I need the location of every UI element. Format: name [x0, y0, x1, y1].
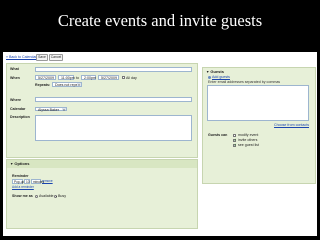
invite-others-checkbox[interactable]: [233, 138, 237, 142]
add-reminder-link[interactable]: Add a reminder: [12, 185, 34, 189]
event-details-panel: What When 5/27/2009 11:00pm to 2:00pm 5/…: [6, 63, 198, 158]
slide-title: Create events and invite guests: [57, 11, 263, 30]
top-toolbar: « Back to Calendar Save Cancel: [3, 52, 317, 61]
to-label: to: [76, 76, 79, 80]
permission-see-guest-list[interactable]: see guest list: [233, 143, 259, 147]
options-panel: ▼Options Reminder Pop-up 10 minutes remo…: [6, 159, 198, 229]
calendar-screenshot: « Back to Calendar Save Cancel What When…: [3, 52, 317, 236]
available-radio[interactable]: [35, 194, 39, 198]
guest-emails-textarea[interactable]: [207, 85, 309, 121]
show-me-as-label: Show me as: [12, 194, 33, 198]
collapse-triangle-icon: ▼: [206, 69, 210, 74]
save-button[interactable]: Save: [36, 53, 48, 61]
when-label: When: [10, 76, 20, 80]
guests-panel: ▼Guests Add guests Enter email addresses…: [202, 67, 316, 184]
all-day-label: All day: [126, 76, 137, 80]
where-label: Where: [10, 98, 21, 102]
person-icon: [208, 75, 211, 79]
remove-reminder-link[interactable]: remove: [42, 179, 53, 183]
calendar-label: Calendar: [10, 107, 26, 111]
back-to-calendar-link[interactable]: « Back to Calendar: [6, 55, 37, 59]
collapse-triangle-icon: ▼: [10, 161, 14, 166]
calendar-select[interactable]: Alyssa Baker: [35, 106, 67, 112]
guests-hint: Enter email addresses separated by comma…: [208, 80, 281, 84]
reminder-label: Reminder: [12, 174, 29, 178]
start-date-input[interactable]: 5/27/2009: [35, 75, 56, 80]
permission-modify-event[interactable]: modify event: [233, 133, 258, 137]
reminder-unit-select[interactable]: minutes: [31, 179, 44, 184]
what-input[interactable]: [35, 66, 192, 72]
guests-can-label: Guests can: [208, 133, 228, 137]
all-day-checkbox[interactable]: [122, 76, 125, 79]
cancel-button[interactable]: Cancel: [49, 53, 63, 61]
repeats-select[interactable]: Does not repeat: [52, 82, 82, 87]
repeats-label: Repeats:: [35, 83, 51, 87]
description-textarea[interactable]: [35, 114, 192, 141]
options-header[interactable]: ▼Options: [10, 161, 29, 166]
add-guests-link[interactable]: Add guests: [208, 75, 230, 79]
options-header-bar: [7, 160, 197, 168]
choose-from-contacts-link[interactable]: Choose from contacts: [274, 123, 309, 127]
end-time-input[interactable]: 2:00pm: [81, 75, 96, 80]
busy-label: Busy: [58, 194, 66, 198]
modify-event-checkbox[interactable]: [233, 133, 236, 137]
reminder-amount-input[interactable]: 10: [24, 179, 30, 184]
busy-radio[interactable]: [54, 194, 58, 198]
description-label: Description: [10, 115, 30, 119]
where-input[interactable]: [35, 97, 192, 102]
start-time-input[interactable]: 11:00pm: [58, 75, 75, 80]
what-label: What: [10, 67, 19, 71]
end-date-input[interactable]: 5/27/2009: [98, 75, 119, 80]
guests-header[interactable]: ▼Guests: [206, 69, 224, 74]
available-label: Available: [39, 194, 54, 198]
permission-invite-others[interactable]: invite others: [233, 138, 257, 142]
reminder-method-select[interactable]: Pop-up: [12, 179, 24, 184]
see-guest-list-checkbox[interactable]: [233, 143, 237, 147]
